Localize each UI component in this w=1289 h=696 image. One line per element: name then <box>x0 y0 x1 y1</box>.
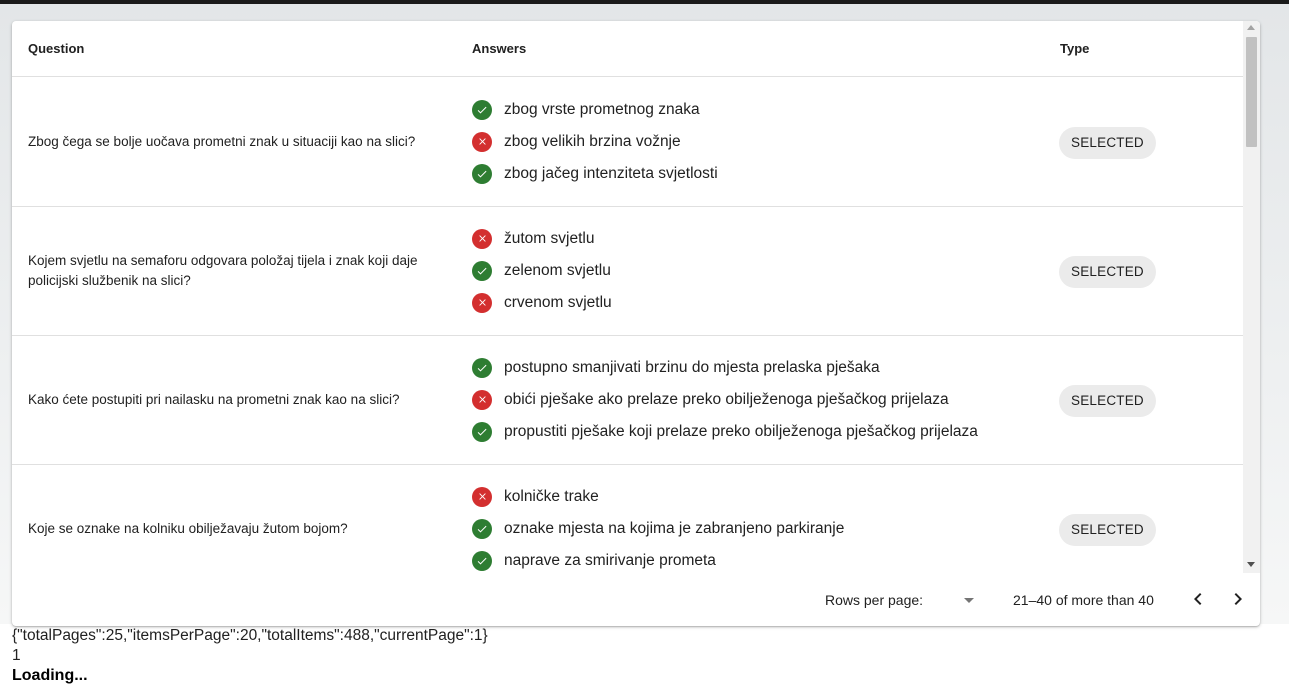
type-chip: SELECTED <box>1059 384 1156 417</box>
table-pagination: Rows per page: 21–40 of more than 40 <box>12 573 1260 626</box>
answer-text: žutom svjetlu <box>504 229 595 247</box>
check-circle-icon <box>472 518 492 539</box>
check-circle-icon <box>472 357 492 378</box>
answer-item: obići pješake ako prelaze preko obilježe… <box>472 384 1052 416</box>
check-circle-icon <box>472 421 492 442</box>
answers-list: zbog vrste prometnog znaka zbog velikih b… <box>472 94 1052 190</box>
scroll-up-arrow-icon[interactable] <box>1247 25 1255 30</box>
cancel-circle-icon <box>472 486 492 507</box>
scrollbar-thumb[interactable] <box>1246 37 1257 147</box>
scroll-down-arrow-icon[interactable] <box>1247 562 1255 567</box>
rows-per-page-select[interactable] <box>952 589 984 613</box>
answers-list: žutom svjetlu zelenom svjetlu crvenom svje… <box>472 223 1052 319</box>
type-chip: SELECTED <box>1059 513 1156 546</box>
answer-item: propustiti pješake koji prelaze preko ob… <box>472 416 1052 448</box>
loading-indicator: Loading... <box>12 667 88 684</box>
table-row[interactable]: Koje se oznake na kolniku obilježavaju ž… <box>12 464 1243 573</box>
question-text: Koje se oznake na kolniku obilježavaju ž… <box>28 520 348 536</box>
question-text: Kako ćete postupiti pri nailasku na prom… <box>28 391 400 407</box>
answer-text: zbog vrste prometnog znaka <box>504 100 700 118</box>
dropdown-arrow-icon <box>964 598 974 603</box>
answer-text: oznake mjesta na kojima je zabranjeno pa… <box>504 519 845 537</box>
table-container: Question Answers Type Zbog čega se bolje… <box>12 21 1243 573</box>
table-row[interactable]: Kako ćete postupiti pri nailasku na prom… <box>12 335 1243 465</box>
next-page-button[interactable] <box>1224 585 1252 613</box>
answer-text: postupno smanjivati brzinu do mjesta pre… <box>504 358 880 376</box>
answer-text: propustiti pješake koji prelaze preko ob… <box>504 422 978 440</box>
cancel-circle-icon <box>472 228 492 249</box>
question-text: Kojem svjetlu na semaforu odgovara polož… <box>28 252 418 288</box>
type-chip: SELECTED <box>1059 126 1156 159</box>
cancel-circle-icon <box>472 131 492 152</box>
column-header-question[interactable]: Question <box>28 41 84 56</box>
cancel-circle-icon <box>472 292 492 313</box>
check-circle-icon <box>472 99 492 120</box>
answer-item: zbog velikih brzina vožnje <box>472 126 1052 158</box>
column-header-type[interactable]: Type <box>1060 41 1089 56</box>
table-header: Question Answers Type <box>12 21 1243 77</box>
answer-text: kolničke trake <box>504 487 599 505</box>
vertical-scrollbar[interactable] <box>1243 21 1260 573</box>
chevron-left-icon <box>1194 593 1202 605</box>
check-circle-icon <box>472 550 492 571</box>
answer-item: naprave za smirivanje prometa <box>472 545 1052 574</box>
answer-item: crvenom svjetlu <box>472 287 1052 319</box>
answer-text: zelenom svjetlu <box>504 261 611 279</box>
displayed-rows-text: 21–40 of more than 40 <box>1013 592 1154 608</box>
check-circle-icon <box>472 163 492 184</box>
answer-text: crvenom svjetlu <box>504 293 612 311</box>
answer-item: zbog jačeg intenziteta svjetlosti <box>472 158 1052 190</box>
check-circle-icon <box>472 260 492 281</box>
answer-item: zbog vrste prometnog znaka <box>472 94 1052 126</box>
answer-text: zbog jačeg intenziteta svjetlosti <box>504 164 718 182</box>
rows-per-page-label: Rows per page: <box>825 592 924 608</box>
answer-item: zelenom svjetlu <box>472 255 1052 287</box>
questions-table-paper: Question Answers Type Zbog čega se bolje… <box>12 21 1260 626</box>
answers-list: kolničke trake oznake mjesta na kojima je… <box>472 481 1052 574</box>
question-text: Zbog čega se bolje uočava prometni znak … <box>28 133 416 149</box>
pagination-json-debug: {"totalPages":25,"itemsPerPage":20,"tota… <box>12 627 488 644</box>
answer-item: kolničke trake <box>472 481 1052 513</box>
current-page-number: 1 <box>12 647 21 664</box>
cancel-circle-icon <box>472 389 492 410</box>
answer-item: postupno smanjivati brzinu do mjesta pre… <box>472 352 1052 384</box>
table-row[interactable]: Kojem svjetlu na semaforu odgovara polož… <box>12 206 1243 336</box>
type-chip: SELECTED <box>1059 255 1156 288</box>
answer-text: zbog velikih brzina vožnje <box>504 132 681 150</box>
chevron-right-icon <box>1234 593 1242 605</box>
answers-list: postupno smanjivati brzinu do mjesta pre… <box>472 352 1052 448</box>
answer-item: žutom svjetlu <box>472 223 1052 255</box>
answer-text: naprave za smirivanje prometa <box>504 551 716 569</box>
table-row[interactable]: Zbog čega se bolje uočava prometni znak … <box>12 77 1243 207</box>
answer-item: oznake mjesta na kojima je zabranjeno pa… <box>472 513 1052 545</box>
column-header-answers[interactable]: Answers <box>472 41 526 56</box>
previous-page-button[interactable] <box>1184 585 1212 613</box>
answer-text: obići pješake ako prelaze preko obilježe… <box>504 390 949 408</box>
